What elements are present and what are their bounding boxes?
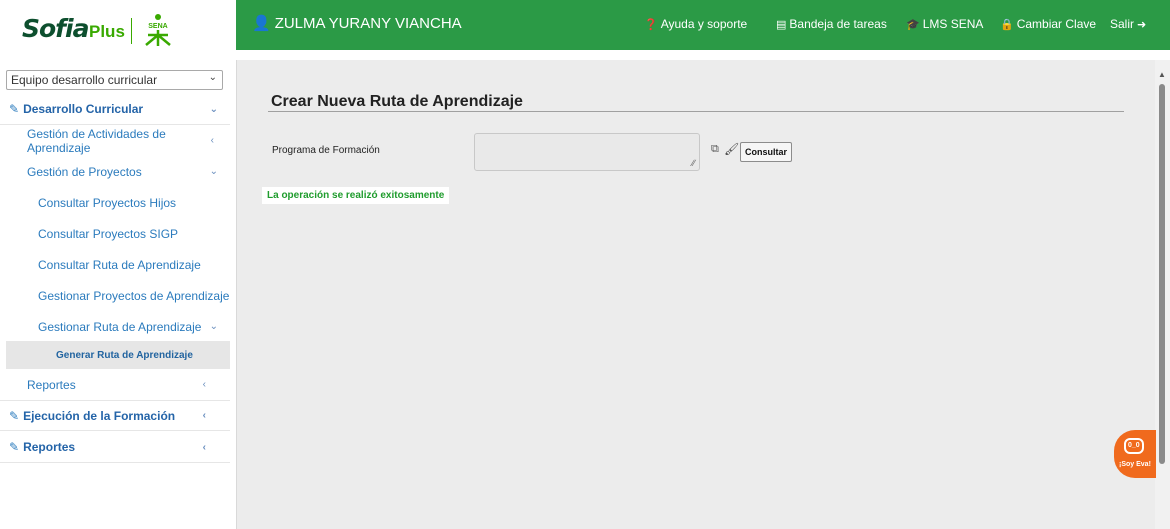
chevron-down-icon: ⌄: [208, 72, 217, 83]
lms-sena-label: LMS SENA: [922, 17, 984, 31]
sidebar-item-desarrollo-curricular[interactable]: ✎ Desarrollo Curricular ⌄: [0, 94, 230, 125]
edit-icon: ✎: [9, 408, 20, 423]
scrollbar-thumb[interactable]: [1159, 84, 1165, 464]
sidebar-item-generar-ruta[interactable]: Generar Ruta de Aprendizaje: [6, 341, 230, 369]
sidebar-item-reportes[interactable]: ✎ Reportes ‹: [0, 432, 230, 463]
sidebar-item-consultar-proyectos-hijos[interactable]: Consultar Proyectos Hijos: [0, 187, 230, 218]
scrollbar[interactable]: ▲: [1155, 60, 1170, 529]
chevron-left-icon: ‹: [202, 410, 206, 421]
help-support-link[interactable]: ❓ Ayuda y soporte: [644, 17, 747, 31]
tasks-icon: ▤: [776, 18, 787, 31]
task-inbox-label: Bandeja de tareas: [789, 17, 887, 31]
sidebar-item-gestion-proyectos[interactable]: Gestión de Proyectos ⌄: [0, 156, 230, 187]
header-bar: 👤 ZULMA YURANY VIANCHA ❓ Ayuda y soporte…: [236, 0, 1170, 50]
role-select-value: Equipo desarrollo curricular: [11, 73, 158, 87]
sidebar-item-consultar-ruta[interactable]: Consultar Ruta de Aprendizaje: [0, 249, 230, 280]
sidebar-item-label: Consultar Proyectos Hijos: [38, 195, 177, 210]
top-bar: Sofia Plus SENA 👤 ZULMA YURANY VIANCHA ❓…: [0, 0, 1170, 61]
title-divider: [268, 111, 1124, 112]
logo-area[interactable]: Sofia Plus SENA: [0, 0, 236, 61]
bot-face-icon: 0_0: [1124, 438, 1144, 454]
role-select[interactable]: Equipo desarrollo curricular ⌄: [6, 70, 223, 90]
sidebar-item-label: Gestionar Proyectos de Aprendizaje: [38, 288, 230, 303]
sena-logo-label: SENA: [148, 23, 167, 30]
chevron-left-icon: ‹: [202, 379, 206, 390]
main-content: [237, 60, 1155, 529]
sidebar-item-label: Reportes: [23, 440, 76, 454]
sidebar-item-label: Desarrollo Curricular: [23, 102, 144, 116]
chevron-down-icon: ⌄: [209, 321, 218, 332]
program-field-label: Programa de Formación: [272, 145, 380, 156]
program-textarea[interactable]: ∕∕: [474, 133, 700, 171]
change-password-label: Cambiar Clave: [1016, 17, 1097, 31]
success-message: La operación se realizó exitosamente: [262, 187, 450, 204]
question-circle-icon: ❓: [644, 18, 658, 31]
sidebar-item-gestion-actividades[interactable]: Gestión de Actividades de Aprendizaje ‹: [0, 125, 230, 156]
chevron-down-icon: ⌄: [209, 103, 218, 115]
bot-eyes: 0_0: [1128, 442, 1140, 449]
resize-grip-icon[interactable]: ∕∕: [692, 158, 695, 168]
help-support-label: Ayuda y soporte: [660, 17, 748, 31]
user-menu[interactable]: 👤 ZULMA YURANY VIANCHA: [252, 14, 462, 33]
scroll-up-arrow-icon[interactable]: ▲: [1158, 70, 1166, 79]
user-name: ZULMA YURANY VIANCHA: [274, 14, 462, 32]
sidebar-item-label: Generar Ruta de Aprendizaje: [56, 349, 193, 361]
sidebar-item-ejecucion-formacion[interactable]: ✎ Ejecución de la Formación ‹: [0, 400, 230, 431]
chevron-left-icon: ‹: [202, 441, 206, 453]
sena-logo-icon: SENA: [145, 14, 171, 46]
sidebar-item-label: Reportes: [27, 377, 76, 392]
eva-label: ¡Soy Eva!: [1119, 461, 1151, 468]
clear-brush-icon[interactable]: 🖌: [724, 142, 739, 156]
logout-link[interactable]: Salir ➜: [1110, 17, 1146, 31]
plus-logo-text: Plus: [89, 22, 125, 41]
sidebar-item-label: Ejecución de la Formación: [23, 408, 176, 423]
sidebar-item-label: Gestionar Ruta de Aprendizaje: [38, 319, 202, 334]
chevron-down-icon: ⌄: [209, 166, 218, 177]
consultar-button[interactable]: Consultar: [740, 142, 792, 162]
edit-icon: ✎: [9, 440, 20, 454]
page-title: Crear Nueva Ruta de Aprendizaje: [271, 93, 523, 110]
change-password-link[interactable]: 🔒 Cambiar Clave: [1000, 17, 1096, 31]
user-icon: 👤: [252, 15, 271, 32]
chevron-left-icon: ‹: [210, 135, 214, 146]
sidebar-item-label: Consultar Proyectos SIGP: [38, 226, 179, 241]
logo-divider: [131, 18, 132, 44]
task-inbox-link[interactable]: ▤ Bandeja de tareas: [776, 17, 887, 31]
sidebar-item-label: Gestión de Proyectos: [27, 164, 142, 179]
graduation-cap-icon: 🎓: [906, 18, 920, 31]
lock-icon: 🔒: [1000, 18, 1014, 31]
eva-assistant-button[interactable]: 0_0 ¡Soy Eva!: [1114, 430, 1156, 478]
lms-sena-link[interactable]: 🎓 LMS SENA: [906, 17, 983, 31]
sidebar-item-gestionar-proyectos[interactable]: Gestionar Proyectos de Aprendizaje: [0, 280, 230, 311]
sidebar-item-gestionar-ruta[interactable]: Gestionar Ruta de Aprendizaje ⌄: [0, 311, 230, 342]
sidebar-item-reportes-sub[interactable]: Reportes ‹: [0, 369, 230, 400]
edit-icon: ✎: [9, 102, 20, 116]
sidebar-item-consultar-proyectos-sigp[interactable]: Consultar Proyectos SIGP: [0, 218, 230, 249]
sidebar-item-label: Gestión de Actividades de Aprendizaje: [27, 126, 166, 155]
sidebar-item-label: Consultar Ruta de Aprendizaje: [38, 257, 201, 272]
sign-out-icon: ➜: [1137, 18, 1147, 31]
logout-label: Salir: [1110, 17, 1135, 31]
sofia-logo-text: Sofia: [22, 14, 89, 43]
sidebar: Equipo desarrollo curricular ⌄ ✎ Desarro…: [0, 60, 237, 529]
search-popup-icon[interactable]: ⧉: [711, 143, 719, 156]
